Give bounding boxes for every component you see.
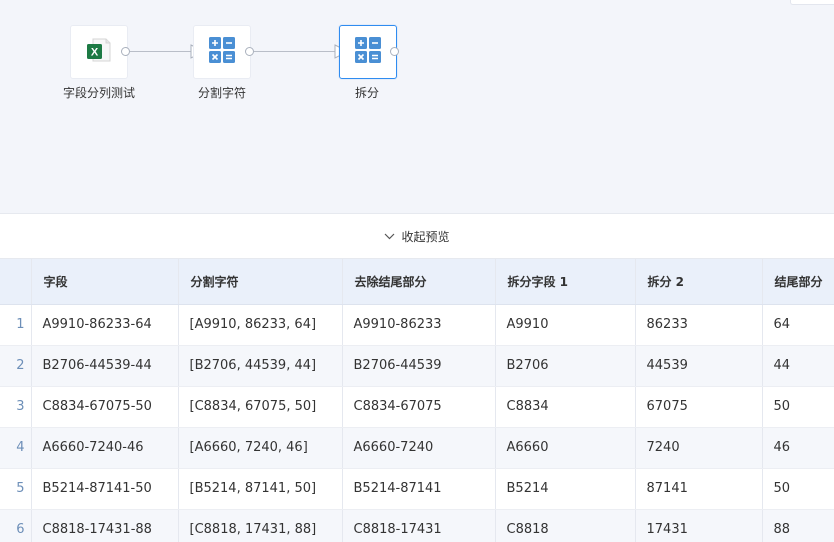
node-label-source: 字段分列测试: [62, 86, 135, 100]
flow-connector: [130, 51, 192, 52]
collapse-preview-label: 收起预览: [401, 229, 450, 244]
node-label-split-char: 分割字符: [197, 86, 246, 100]
table-cell: B5214-87141-50: [31, 468, 179, 510]
column-header[interactable]: 去除结尾部分: [342, 259, 496, 305]
table-cell: [C8818, 17431, 88]: [178, 509, 343, 542]
column-header[interactable]: 结尾部分: [762, 259, 834, 305]
excel-icon: X: [84, 35, 114, 69]
table-cell: C8834-67075-50: [31, 386, 179, 428]
flow-node-source[interactable]: X: [70, 25, 128, 79]
chevron-down-icon: [384, 233, 395, 240]
table-cell: B2706-44539-44: [31, 345, 179, 387]
row-index: 3: [0, 386, 32, 428]
table-cell: 46: [762, 427, 834, 469]
node-output-port[interactable]: [121, 47, 130, 56]
column-header[interactable]: 字段: [31, 259, 179, 305]
row-index: 4: [0, 427, 32, 469]
collapse-preview-button[interactable]: 收起预览: [0, 213, 834, 259]
column-header[interactable]: 分割字符: [178, 259, 343, 305]
calculator-icon: [208, 36, 236, 68]
table-row: 5 B5214-87141-50 [B5214, 87141, 50] B521…: [0, 468, 834, 510]
table-row: 1 A9910-86233-64 [A9910, 86233, 64] A991…: [0, 304, 834, 346]
table-cell: A6660-7240: [342, 427, 496, 469]
table-cell: B2706: [495, 345, 636, 387]
table-row: 6 C8818-17431-88 [C8818, 17431, 88] C881…: [0, 509, 834, 542]
canvas-corner-tab: [790, 0, 834, 5]
index-header: [0, 259, 32, 305]
table-cell: [A6660, 7240, 46]: [178, 427, 343, 469]
table-row: 4 A6660-7240-46 [A6660, 7240, 46] A6660-…: [0, 427, 834, 469]
node-output-port[interactable]: [390, 47, 399, 56]
flow-connector: [254, 51, 338, 52]
column-header[interactable]: 拆分 2: [635, 259, 763, 305]
table-cell: B5214-87141: [342, 468, 496, 510]
row-index: 5: [0, 468, 32, 510]
table-cell: 88: [762, 509, 834, 542]
column-header[interactable]: 拆分字段 1: [495, 259, 636, 305]
calculator-icon: [354, 36, 382, 68]
table-cell: A9910-86233: [342, 304, 496, 346]
table-cell: 50: [762, 468, 834, 510]
svg-text:X: X: [91, 47, 99, 59]
table-cell: 44539: [635, 345, 763, 387]
table-cell: A6660: [495, 427, 636, 469]
table-cell: C8818: [495, 509, 636, 542]
table-cell: 64: [762, 304, 834, 346]
row-index: 1: [0, 304, 32, 346]
table-cell: C8834: [495, 386, 636, 428]
table-cell: 86233: [635, 304, 763, 346]
flow-canvas[interactable]: X 字段分列测试 分割字符 拆分: [0, 0, 834, 213]
table-cell: A6660-7240-46: [31, 427, 179, 469]
table-cell: 17431: [635, 509, 763, 542]
row-index: 2: [0, 345, 32, 387]
table-row: 2 B2706-44539-44 [B2706, 44539, 44] B270…: [0, 345, 834, 387]
table-cell: [A9910, 86233, 64]: [178, 304, 343, 346]
node-label-split: 拆分: [354, 86, 379, 100]
table-header-row: 字段 分割字符 去除结尾部分 拆分字段 1 拆分 2 结尾部分: [0, 259, 834, 305]
table-cell: B5214: [495, 468, 636, 510]
table-cell: 7240: [635, 427, 763, 469]
table-cell: A9910-86233-64: [31, 304, 179, 346]
flow-node-split-char[interactable]: [193, 25, 251, 79]
flow-node-split[interactable]: [339, 25, 397, 79]
table-cell: 87141: [635, 468, 763, 510]
preview-table: 字段 分割字符 去除结尾部分 拆分字段 1 拆分 2 结尾部分 1 A9910-…: [0, 259, 834, 542]
table-cell: C8818-17431: [342, 509, 496, 542]
table-cell: [B5214, 87141, 50]: [178, 468, 343, 510]
table-cell: [B2706, 44539, 44]: [178, 345, 343, 387]
node-output-port[interactable]: [245, 47, 254, 56]
table-row: 3 C8834-67075-50 [C8834, 67075, 50] C883…: [0, 386, 834, 428]
row-index: 6: [0, 509, 32, 542]
table-cell: B2706-44539: [342, 345, 496, 387]
table-cell: A9910: [495, 304, 636, 346]
table-cell: 44: [762, 345, 834, 387]
table-cell: 50: [762, 386, 834, 428]
table-cell: 67075: [635, 386, 763, 428]
table-cell: C8818-17431-88: [31, 509, 179, 542]
table-cell: [C8834, 67075, 50]: [178, 386, 343, 428]
table-cell: C8834-67075: [342, 386, 496, 428]
